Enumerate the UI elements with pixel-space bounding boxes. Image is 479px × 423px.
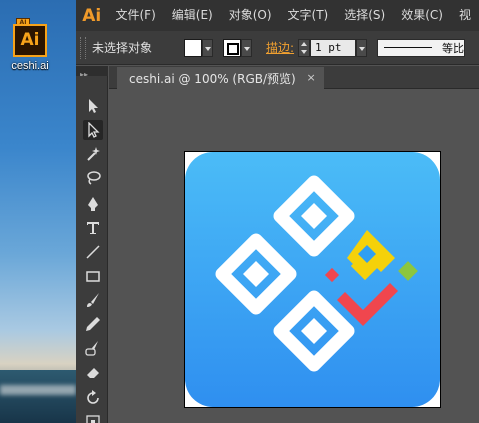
blob-brush-tool[interactable] [83,338,103,358]
selection-tool-icon [89,99,98,113]
fill-dropdown-arrow-icon[interactable] [202,38,213,57]
control-bar: 未选择对象 描边: 1 pt 等比 [76,31,479,65]
menu-effect[interactable]: 效果(C) [393,0,451,31]
desktop-background: AI Ai ceshi.ai [0,0,76,423]
artboard[interactable] [184,151,441,408]
scale-tool-icon [86,415,100,423]
rotate-tool-icon [87,390,99,404]
app-logo: Ai [82,5,102,26]
stroke-weight-stepper[interactable] [298,38,311,57]
pen-tool[interactable] [83,194,103,214]
paintbrush-tool-icon [87,293,99,307]
menu-file[interactable]: 文件(F) [108,0,164,31]
direct-selection-tool[interactable] [83,120,103,140]
line-segment-tool-icon [86,245,100,259]
fill-control[interactable] [184,38,213,57]
type-tool-icon [87,222,99,234]
pencil-tool[interactable] [83,314,103,334]
menu-view[interactable]: 视 [451,0,479,31]
menu-select[interactable]: 选择(S) [336,0,393,31]
stepper-down-icon[interactable] [301,49,308,54]
stroke-swatch[interactable] [223,38,241,57]
scale-tool[interactable] [83,412,103,423]
blob-brush-tool-icon [85,341,98,356]
direct-selection-tool-icon [88,122,100,138]
magic-wand-tool-icon [87,147,100,161]
variable-width-profile[interactable]: 等比 [377,38,466,57]
app-icon-artwork [185,152,440,407]
selection-tool[interactable] [83,96,103,116]
desktop-wallpaper-foam [0,385,76,395]
stroke-weight-dropdown-arrow-icon[interactable] [356,38,368,57]
profile-label: 等比 [442,41,465,55]
pencil-tool-icon [86,317,100,331]
profile-line-icon [384,47,433,48]
document-tab-strip: ceshi.ai @ 100% (RGB/预览) × [109,66,479,89]
eraser-tool[interactable] [83,362,103,382]
type-tool[interactable] [83,218,103,238]
pen-tool-icon [88,197,98,211]
magic-wand-tool[interactable] [83,144,103,164]
document-tab[interactable]: ceshi.ai @ 100% (RGB/预览) × [117,67,324,89]
toolbar-header[interactable]: ▸▸ [76,66,108,79]
fill-swatch[interactable] [184,38,202,57]
paintbrush-tool[interactable] [83,290,103,310]
stepper-up-icon[interactable] [301,41,308,46]
close-icon[interactable]: × [306,67,315,89]
illustrator-window: Ai 文件(F) 编辑(E) 对象(O) 文字(T) 选择(S) 效果(C) 视… [76,0,479,423]
lasso-tool[interactable] [83,168,103,188]
menu-edit[interactable]: 编辑(E) [164,0,221,31]
rotate-tool[interactable] [83,388,103,408]
menu-bar: Ai 文件(F) 编辑(E) 对象(O) 文字(T) 选择(S) 效果(C) 视 [76,0,479,31]
line-segment-tool[interactable] [83,242,103,262]
stroke-weight-input[interactable]: 1 pt [310,38,357,57]
control-bar-grip-icon[interactable] [80,36,86,59]
eraser-tool-icon [87,368,99,378]
rectangle-tool-icon [86,271,100,282]
desktop-file-name: ceshi.ai [11,60,49,72]
desktop-file-icon[interactable]: AI Ai ceshi.ai [6,18,54,72]
menu-type[interactable]: 文字(T) [280,0,337,31]
menu-object[interactable]: 对象(O) [221,0,280,31]
stroke-panel-link[interactable]: 描边: [266,39,294,56]
document-tab-title: ceshi.ai @ 100% (RGB/预览) [129,71,296,86]
stroke-control[interactable] [223,38,252,57]
selection-status: 未选择对象 [92,41,153,55]
canvas[interactable] [109,90,479,423]
lasso-tool-icon [87,171,101,185]
ai-file-glyph: Ai [13,24,47,57]
desktop-wallpaper-sea [0,370,76,423]
stroke-dropdown-arrow-icon[interactable] [241,38,252,57]
rectangle-tool[interactable] [83,266,103,286]
ai-file-icon: AI Ai [13,18,47,58]
tools-panel [76,76,108,423]
